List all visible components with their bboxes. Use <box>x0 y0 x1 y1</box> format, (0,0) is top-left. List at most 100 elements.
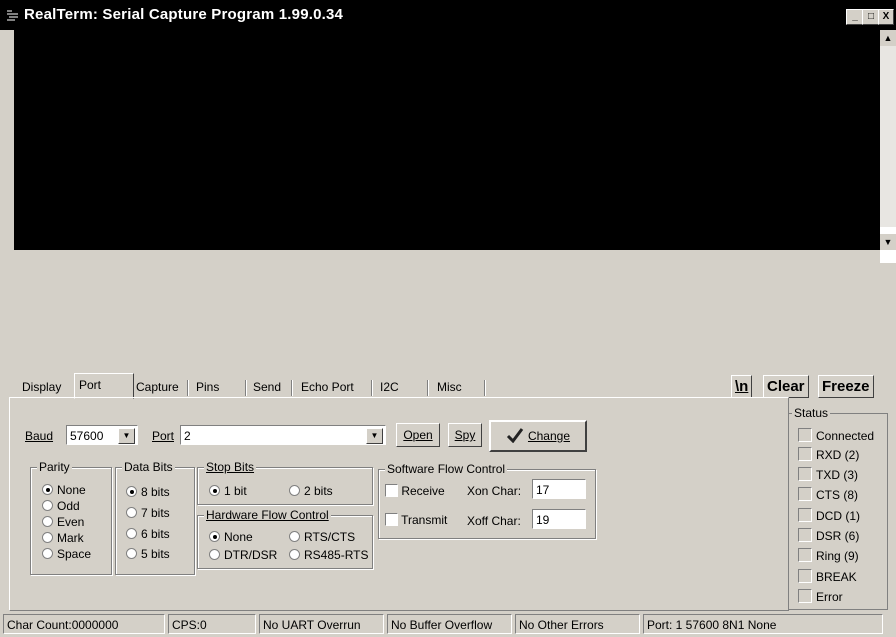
radio-icon <box>42 516 53 527</box>
radio-icon <box>289 531 300 542</box>
hw-flow-rts-cts-radio[interactable]: RTS/CTS <box>289 530 369 544</box>
hardware-flow-title: Hardware Flow Control <box>204 508 331 522</box>
stop-bits-2-radio[interactable]: 2 bits <box>289 484 333 498</box>
scroll-up-icon[interactable]: ▲ <box>880 30 896 46</box>
xon-label: Xon Char: <box>467 484 522 498</box>
tab-capture[interactable]: Capture <box>132 378 183 397</box>
baud-select[interactable]: 57600 ▼ <box>66 425 138 445</box>
status-dsr: DSR (6) <box>798 528 859 543</box>
baud-label: Baud <box>25 429 54 443</box>
status-led-icon <box>798 528 812 542</box>
xon-input[interactable]: 17 <box>532 479 586 499</box>
hw-flow-rs485-radio[interactable]: RS485-RTS <box>289 548 369 562</box>
status-led-icon <box>798 569 812 583</box>
status-ring: Ring (9) <box>798 548 859 563</box>
radio-selected-icon <box>42 484 53 495</box>
status-led-icon <box>798 508 812 522</box>
app-icon <box>7 10 18 21</box>
newline-button[interactable]: \n <box>731 375 753 398</box>
status-dcd: DCD (1) <box>798 508 860 523</box>
parity-even-radio[interactable]: Even <box>42 515 84 529</box>
stop-bits-1-radio[interactable]: 1 bit <box>209 484 247 498</box>
radio-icon <box>289 485 300 496</box>
spy-button[interactable]: Spy <box>448 423 482 447</box>
chevron-down-icon[interactable]: ▼ <box>118 428 135 444</box>
data-bits-6-radio[interactable]: 6 bits <box>126 527 170 541</box>
title-bar: RealTerm: Serial Capture Program 1.99.0.… <box>0 0 896 30</box>
port-label: Port <box>152 429 175 443</box>
data-bits-8-radio[interactable]: 8 bits <box>126 485 170 499</box>
radio-icon <box>126 528 137 539</box>
radio-icon <box>289 549 300 560</box>
status-led-icon <box>798 548 812 562</box>
radio-icon <box>42 532 53 543</box>
terminal-display[interactable] <box>14 30 880 250</box>
port-select[interactable]: 2 ▼ <box>180 425 386 445</box>
status-led-icon <box>798 487 812 501</box>
radio-icon <box>126 507 137 518</box>
status-led-icon <box>798 467 812 481</box>
tab-separator <box>484 380 486 396</box>
cps-status: CPS:0 <box>168 614 256 634</box>
status-error: Error <box>798 589 843 604</box>
checkbox-icon <box>385 513 398 526</box>
tab-separator <box>245 380 247 396</box>
xoff-input[interactable]: 19 <box>532 509 586 529</box>
receive-checkbox[interactable]: Receive <box>385 484 445 498</box>
freeze-button[interactable]: Freeze <box>818 375 874 398</box>
data-bits-title: Data Bits <box>122 460 175 474</box>
close-button[interactable]: X <box>878 9 894 25</box>
buffer-status: No Buffer Overflow <box>387 614 512 634</box>
port-info-status: Port: 1 57600 8N1 None <box>643 614 883 634</box>
chevron-down-icon[interactable]: ▼ <box>366 428 383 444</box>
tab-separator <box>291 380 293 396</box>
radio-icon <box>126 548 137 559</box>
port-value: 2 <box>184 429 191 443</box>
tab-echo-port[interactable]: Echo Port <box>297 378 358 397</box>
stop-bits-title: Stop Bits <box>204 460 257 474</box>
tab-send[interactable]: Send <box>249 378 285 397</box>
software-flow-title: Software Flow Control <box>385 462 508 476</box>
newline-label: \n <box>735 378 749 395</box>
tab-display[interactable]: Display <box>18 378 65 397</box>
xoff-label: Xoff Char: <box>467 514 521 528</box>
tab-i2c[interactable]: I2C <box>376 378 403 397</box>
char-count-status: Char Count:0000000 <box>3 614 165 634</box>
status-cts: CTS (8) <box>798 487 858 502</box>
parity-none-radio[interactable]: None <box>42 483 86 497</box>
tab-pins[interactable]: Pins <box>192 378 223 397</box>
tab-port[interactable]: Port <box>74 373 134 399</box>
scroll-down-icon[interactable]: ▼ <box>880 234 896 250</box>
baud-value: 57600 <box>70 429 104 443</box>
data-bits-7-radio[interactable]: 7 bits <box>126 506 170 520</box>
hw-flow-none-radio[interactable]: None <box>209 530 253 544</box>
tab-separator <box>187 380 189 396</box>
other-errors-status: No Other Errors <box>515 614 640 634</box>
uart-status: No UART Overrun <box>259 614 384 634</box>
status-title: Status <box>792 406 831 420</box>
tab-separator <box>371 380 373 396</box>
open-button[interactable]: Open <box>396 423 440 447</box>
parity-odd-radio[interactable]: Odd <box>42 499 80 513</box>
terminal-scrollbar[interactable]: ▲ ▼ <box>880 30 896 263</box>
tab-misc[interactable]: Misc <box>433 378 466 397</box>
checkbox-icon <box>385 484 398 497</box>
parity-mark-radio[interactable]: Mark <box>42 531 84 545</box>
status-break: BREAK <box>798 569 857 584</box>
clear-button[interactable]: Clear <box>763 375 809 398</box>
window-title: RealTerm: Serial Capture Program 1.99.0.… <box>24 6 344 23</box>
radio-selected-icon <box>209 531 220 542</box>
status-rxd: RXD (2) <box>798 447 859 462</box>
status-led-icon <box>798 428 812 442</box>
data-bits-5-radio[interactable]: 5 bits <box>126 547 170 561</box>
hw-flow-dtr-dsr-radio[interactable]: DTR/DSR <box>209 548 289 562</box>
radio-icon <box>42 548 53 559</box>
change-button[interactable]: Change <box>489 420 587 452</box>
radio-selected-icon <box>209 485 220 496</box>
parity-space-radio[interactable]: Space <box>42 547 91 561</box>
status-led-icon <box>798 589 812 603</box>
status-connected: Connected <box>798 428 874 443</box>
transmit-checkbox[interactable]: Transmit <box>385 513 447 527</box>
radio-icon <box>209 549 220 560</box>
radio-icon <box>42 500 53 511</box>
